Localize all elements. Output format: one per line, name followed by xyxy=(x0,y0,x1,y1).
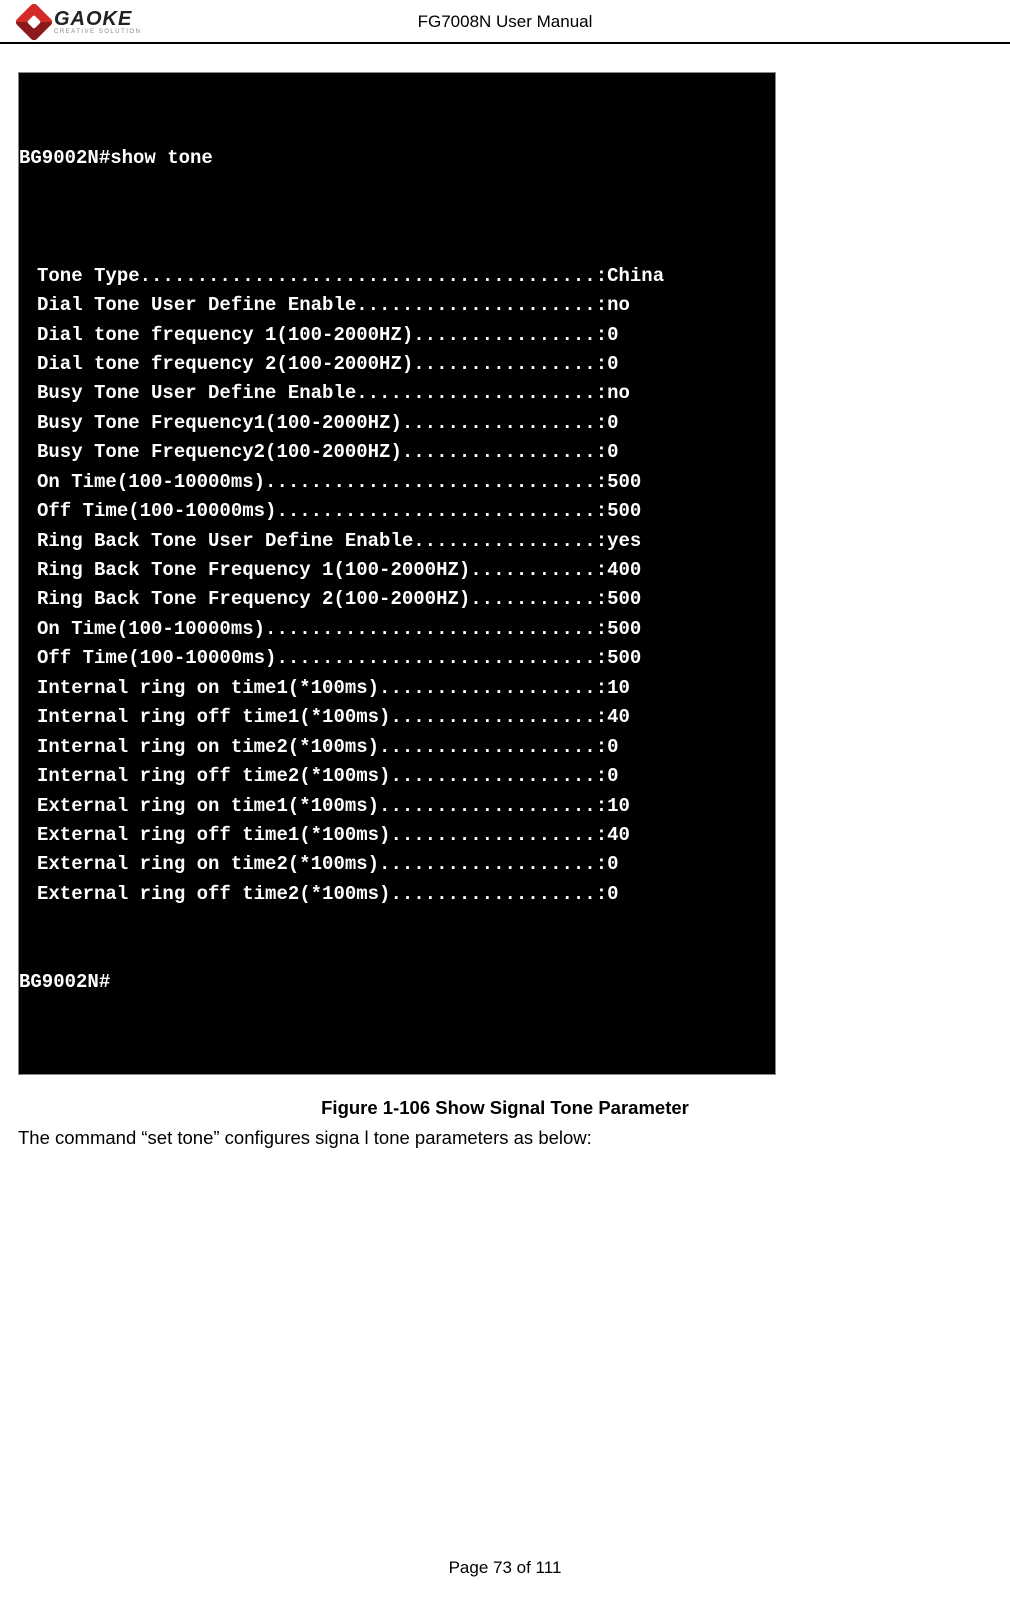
terminal-screenshot: BG9002N#show tone Tone Type.............… xyxy=(18,72,776,1075)
page-footer: Page 73 of 111 xyxy=(0,1558,1010,1578)
figure-caption: Figure 1-106 Show Signal Tone Parameter xyxy=(18,1097,992,1119)
page-header: GAOKE CREATIVE SOLUTION FG7008N User Man… xyxy=(0,0,1010,44)
terminal-prompt-tail: BG9002N# xyxy=(19,968,775,997)
logo-text-block: GAOKE CREATIVE SOLUTION xyxy=(54,9,141,35)
logo-sub: CREATIVE SOLUTION xyxy=(54,29,141,35)
logo: GAOKE CREATIVE SOLUTION xyxy=(20,8,141,36)
terminal-output: Tone Type...............................… xyxy=(19,232,775,909)
figure-label: Figure 1-106 xyxy=(321,1097,430,1118)
logo-main: GAOKE xyxy=(54,9,141,29)
figure-text: Show Signal Tone Parameter xyxy=(435,1097,689,1118)
body-paragraph: The command “set tone” configures signa … xyxy=(18,1127,992,1149)
document-title: FG7008N User Manual xyxy=(418,12,593,32)
terminal-prompt-command: BG9002N#show tone xyxy=(19,144,775,173)
page-content: BG9002N#show tone Tone Type.............… xyxy=(0,44,1010,1149)
logo-icon xyxy=(14,2,54,42)
